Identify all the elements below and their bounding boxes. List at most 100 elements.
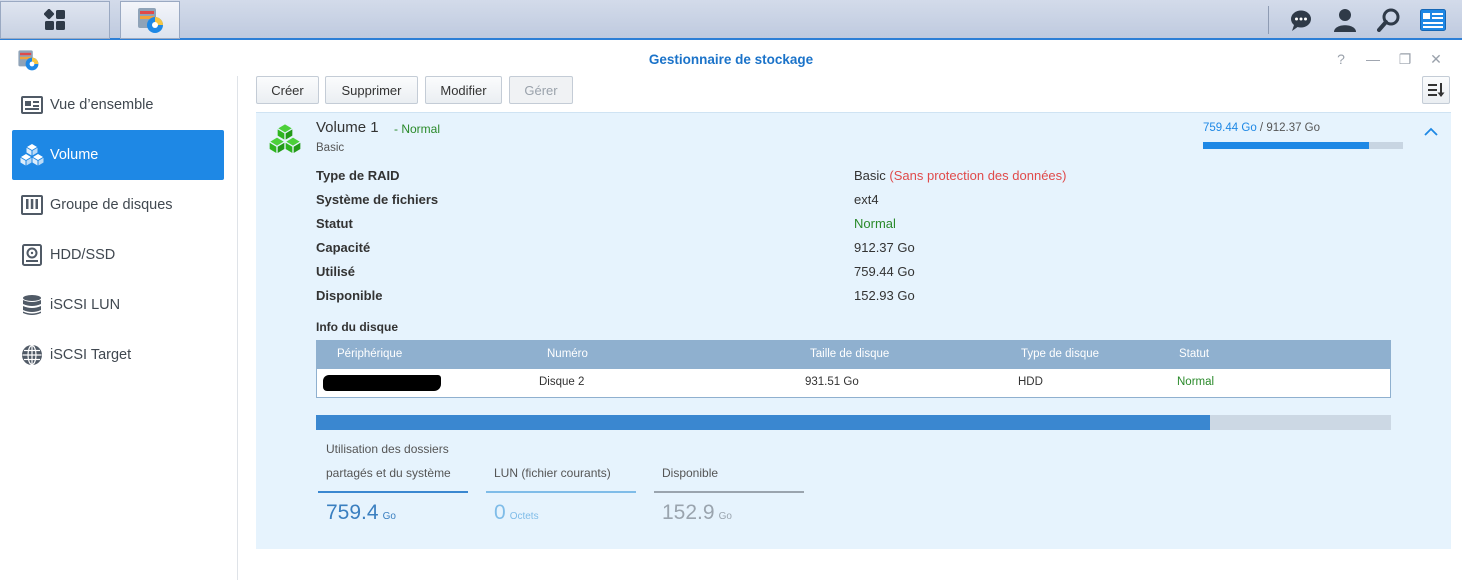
available-usage-value: 152.9 Go	[662, 501, 732, 525]
modify-button[interactable]: Modifier	[425, 76, 502, 104]
window-title: Gestionnaire de stockage	[648, 52, 814, 67]
disk-number-cell: Disque 2	[539, 376, 585, 388]
available-label: Disponible	[316, 288, 383, 303]
sort-button[interactable]	[1422, 76, 1450, 104]
raid-type-value: Basic (Sans protection des données)	[854, 168, 1066, 183]
disk-group-icon	[20, 193, 44, 217]
restore-button[interactable]: ❐	[1396, 50, 1414, 68]
search-icon	[1377, 8, 1400, 32]
value-unit: Go	[718, 511, 732, 522]
manage-button[interactable]: Gérer	[509, 76, 573, 104]
sidebar-item-iscsi-target[interactable]: iSCSI Target	[12, 330, 224, 380]
shared-folders-usage-value: 759.4 Go	[326, 501, 396, 525]
filesystem-label: Système de fichiers	[316, 192, 439, 207]
disk-size-cell: 931.51 Go	[805, 376, 859, 388]
legend-shared-folders: Utilisation des dossiers partagés et du …	[318, 435, 468, 495]
column-header[interactable]: Statut	[1179, 348, 1209, 360]
grid-apps-icon	[44, 9, 65, 30]
sidebar-item-label: Vue d’ensemble	[50, 97, 154, 113]
search-button[interactable]	[1367, 0, 1411, 40]
raid-type-label: Type de RAID	[316, 168, 400, 183]
value-number: 152.9	[662, 501, 715, 524]
table-row[interactable]: Disque 2 931.51 Go HDD Normal	[317, 369, 1390, 397]
sidebar-item-label: iSCSI Target	[50, 347, 132, 363]
legend-available: Disponible	[654, 435, 804, 495]
sidebar-item-disk-group[interactable]: Groupe de disques	[12, 180, 224, 230]
legend-label: Disponible	[662, 466, 719, 480]
filesystem-value: ext4	[854, 192, 879, 207]
status-value: Normal	[854, 216, 896, 231]
user-button[interactable]	[1323, 0, 1367, 40]
sidebar-item-volume[interactable]: Volume	[12, 130, 224, 180]
storage-manager-icon	[138, 8, 163, 33]
raid-type-text: Basic	[854, 168, 886, 183]
table-header: Périphérique Numéro Taille de disque Typ…	[317, 341, 1390, 369]
value-unit: Go	[382, 511, 396, 522]
taskbar-separator	[1268, 6, 1269, 34]
overview-icon	[20, 93, 44, 117]
widgets-button[interactable]	[1411, 0, 1455, 40]
sidebar-item-label: HDD/SSD	[50, 247, 116, 263]
used-label: Utilisé	[316, 264, 356, 279]
close-button[interactable]: ✕	[1427, 50, 1445, 68]
notifications-button[interactable]	[1279, 0, 1323, 40]
usage-breakdown-bar-fill	[316, 415, 1211, 430]
disk-status-cell: Normal	[1177, 376, 1215, 388]
value-number: 759.4	[326, 501, 379, 524]
volume-cubes-icon	[269, 124, 301, 153]
volume-name: Volume 1	[316, 119, 379, 136]
column-header[interactable]: Périphérique	[337, 348, 402, 360]
value-number: 0	[494, 501, 506, 524]
lun-usage-value: 0 Octets	[494, 501, 539, 525]
legend-label: Utilisation des dossiers	[326, 442, 449, 456]
hdd-icon	[20, 243, 44, 267]
main-menu-button[interactable]	[0, 1, 110, 39]
disk-info-title: Info du disque	[316, 320, 398, 334]
used-capacity: 759.44 Go	[1203, 122, 1257, 134]
column-header[interactable]: Type de disque	[1021, 348, 1099, 360]
total-capacity: 912.37 Go	[1266, 122, 1321, 134]
help-button[interactable]: ?	[1332, 50, 1350, 68]
sidebar-item-overview[interactable]: Vue d’ensemble	[12, 80, 224, 130]
volume-status: - Normal	[394, 122, 440, 136]
window-title-bar: Gestionnaire de stockage ? — ❐ ✕	[0, 42, 1462, 76]
sidebar-item-label: iSCSI LUN	[50, 297, 121, 313]
column-header[interactable]: Taille de disque	[810, 348, 889, 360]
volume-panel[interactable]: Volume 1 - Normal Basic 759.44 Go / 912.…	[256, 112, 1451, 549]
usage-breakdown-bar	[316, 415, 1391, 430]
usage-separator: /	[1256, 122, 1267, 134]
capacity-label: Capacité	[316, 240, 371, 255]
volume-usage-bar-fill	[1203, 142, 1370, 149]
volume-type: Basic	[316, 142, 345, 154]
delete-button[interactable]: Supprimer	[325, 76, 418, 104]
create-button[interactable]: Créer	[256, 76, 319, 104]
volume-cubes-icon	[20, 143, 44, 167]
sidebar-item-iscsi-lun[interactable]: iSCSI LUN	[12, 280, 224, 330]
volume-usage-bar	[1203, 142, 1403, 149]
sort-icon	[1428, 83, 1445, 97]
legend-swatch	[486, 491, 636, 493]
sidebar-item-label: Groupe de disques	[50, 197, 173, 213]
legend-label: LUN (fichier courants)	[494, 466, 611, 480]
storage-manager-taskbar-button[interactable]	[120, 1, 180, 39]
legend-swatch	[654, 491, 804, 493]
volume-usage-text: 759.44 Go / 912.37 Go	[1203, 122, 1320, 134]
column-header[interactable]: Numéro	[547, 348, 588, 360]
widgets-icon	[1420, 9, 1446, 31]
status-label: Statut	[316, 216, 353, 231]
sidebar: Vue d’ensemble Volume Groupe de disques …	[0, 76, 238, 580]
sidebar-item-hdd-ssd[interactable]: HDD/SSD	[12, 230, 224, 280]
collapse-chevron-up-icon[interactable]	[1424, 127, 1438, 137]
capacity-value: 912.37 Go	[854, 240, 915, 255]
sidebar-item-label: Volume	[50, 147, 99, 163]
value-unit: Octets	[509, 511, 539, 522]
used-value: 759.44 Go	[854, 264, 915, 279]
raid-type-warning: (Sans protection des données)	[889, 168, 1067, 183]
legend-lun: LUN (fichier courants)	[486, 435, 636, 495]
legend-label: partagés et du système	[326, 466, 451, 480]
disk-type-cell: HDD	[1018, 376, 1043, 388]
disk-info-table: Périphérique Numéro Taille de disque Typ…	[316, 340, 1391, 398]
status-text: Normal	[401, 122, 441, 136]
minimize-button[interactable]: —	[1364, 50, 1382, 68]
database-icon	[20, 293, 44, 317]
